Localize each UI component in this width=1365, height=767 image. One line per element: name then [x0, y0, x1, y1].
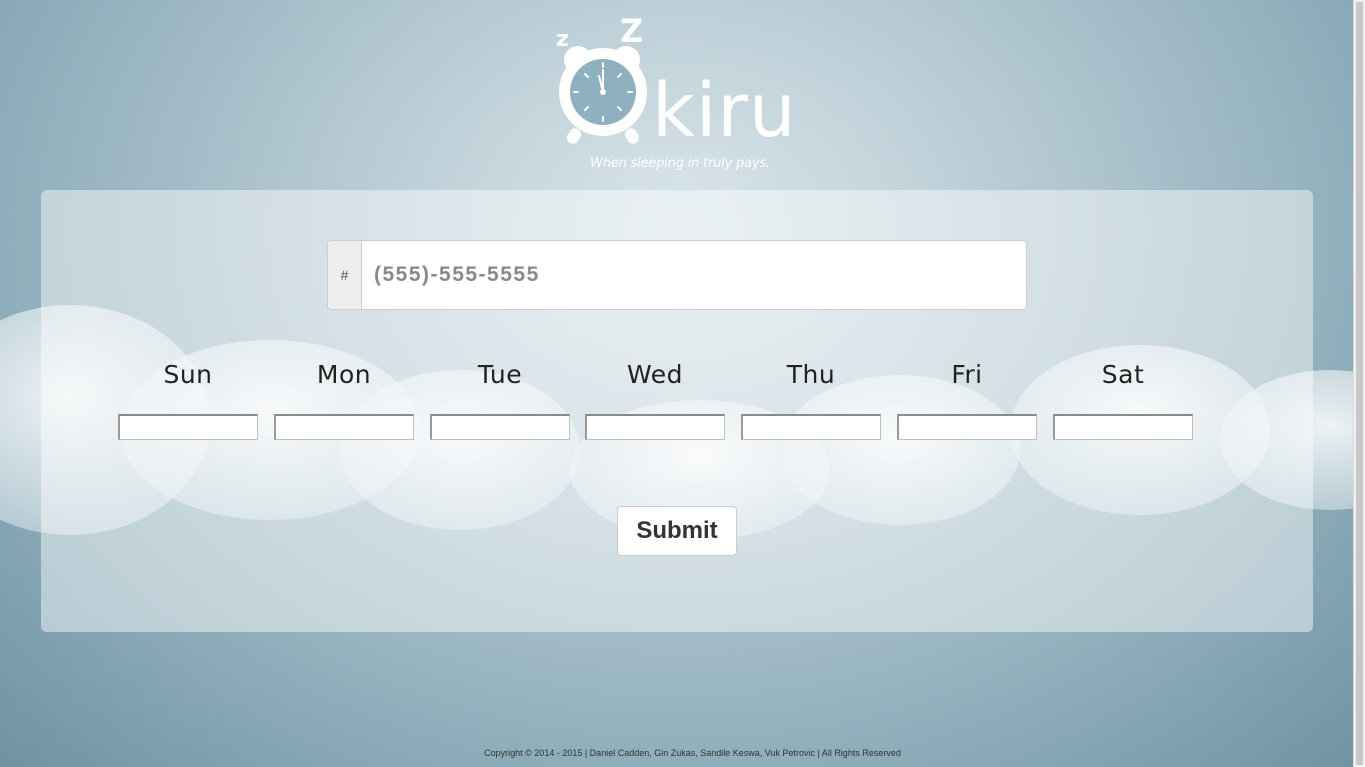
phone-number-input[interactable] [362, 241, 1026, 309]
day-tue: Tue [430, 355, 570, 440]
day-fri: Fri [897, 355, 1037, 440]
thu-time-input[interactable] [741, 414, 881, 440]
day-sat: Sat [1053, 355, 1193, 440]
fri-time-input[interactable] [897, 414, 1037, 440]
sat-time-input[interactable] [1053, 414, 1193, 440]
snore-small: z [556, 27, 569, 52]
day-label-mon: Mon [316, 360, 372, 389]
day-label-wed: Wed [626, 360, 683, 389]
snore-large: Z [620, 12, 643, 50]
brand-name: kiru [652, 68, 797, 150]
day-label-tue: Tue [477, 360, 523, 389]
day-label-sun: Sun [163, 360, 213, 389]
wed-time-input[interactable] [585, 414, 725, 440]
day-sun: Sun [118, 355, 258, 440]
day-wed: Wed [585, 355, 725, 440]
day-thu: Thu [741, 355, 881, 440]
phone-input-group: # [327, 240, 1027, 310]
day-mon: Mon [274, 355, 414, 440]
day-label-sat: Sat [1101, 360, 1145, 389]
hash-addon: # [328, 241, 362, 309]
footer-copyright: Copyright © 2014 - 2015 | Daniel Cadden,… [484, 748, 901, 758]
day-label-thu: Thu [786, 360, 836, 389]
weekday-inputs: Sun Mon Tue Wed Thu Fri Sat [118, 355, 1198, 445]
vertical-scrollbar[interactable] [1353, 0, 1365, 767]
scrollbar-thumb[interactable] [1356, 2, 1363, 765]
sun-time-input[interactable] [118, 414, 258, 440]
day-label-fri: Fri [951, 360, 983, 389]
alarm-clock-icon: z Z kiru [556, 12, 797, 154]
mon-time-input[interactable] [274, 414, 414, 440]
tagline: When sleeping in truly pays. [590, 156, 770, 171]
submit-button[interactable]: Submit [617, 506, 737, 556]
tue-time-input[interactable] [430, 414, 570, 440]
